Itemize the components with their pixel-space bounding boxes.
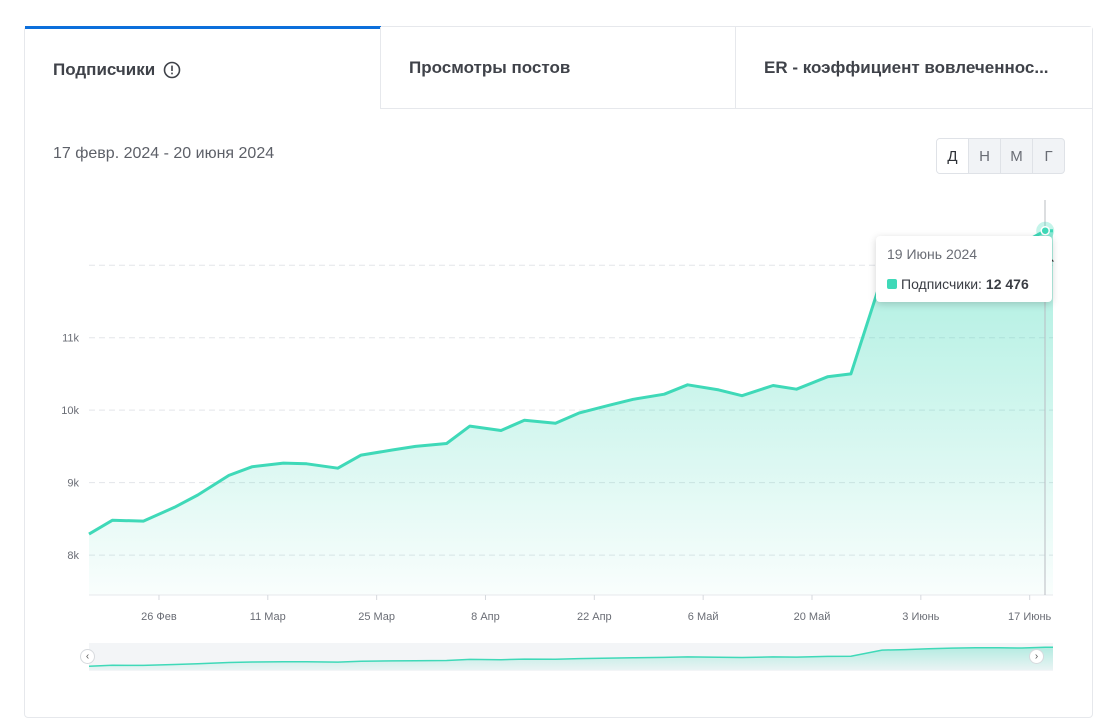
y-tick-label: 9k bbox=[67, 478, 79, 490]
x-tick-label: 20 Май bbox=[794, 611, 831, 623]
y-axis-labels: 8k 9k 10k 11k bbox=[61, 333, 79, 562]
chevron-left-icon: ‹ bbox=[85, 651, 90, 662]
y-tick-label: 10k bbox=[61, 405, 79, 417]
x-tick-label: 8 Апр bbox=[471, 611, 500, 623]
chevron-right-icon: › bbox=[1034, 651, 1039, 662]
chart-tooltip: 19 Июнь 2024 Подписчики: 12 476 bbox=[876, 236, 1052, 302]
tooltip-date: 19 Июнь 2024 bbox=[887, 246, 978, 262]
x-tick-label: 22 Апр bbox=[577, 611, 612, 623]
x-tick-label: 3 Июнь bbox=[902, 611, 939, 623]
data-point bbox=[1040, 225, 1050, 236]
x-tick-label: 11 Мар bbox=[250, 611, 286, 623]
x-tick-label: 26 Фев bbox=[141, 611, 177, 623]
tooltip-value: 12 476 bbox=[985, 276, 1029, 292]
subscribers-chart: 8k 9k 10k 11k 26 Фев 11 Мар 25 Мар 8 Апр 22 Апр… bbox=[61, 200, 1055, 671]
tooltip-series: Подписчики: bbox=[901, 276, 982, 292]
legend-swatch bbox=[887, 279, 897, 289]
x-tick-label: 25 Мар bbox=[358, 611, 395, 623]
y-tick-label: 8k bbox=[67, 550, 79, 562]
x-tick-label: 17 Июнь bbox=[1008, 611, 1052, 623]
y-tick-label: 11k bbox=[62, 333, 79, 345]
x-axis-labels: 26 Фев 11 Мар 25 Мар 8 Апр 22 Апр 6 Май 20 Май… bbox=[141, 595, 1052, 623]
navigator-next-button[interactable]: › bbox=[1029, 649, 1044, 664]
navigator-prev-button[interactable]: ‹ bbox=[80, 649, 95, 664]
x-tick-label: 6 Май bbox=[688, 611, 719, 623]
